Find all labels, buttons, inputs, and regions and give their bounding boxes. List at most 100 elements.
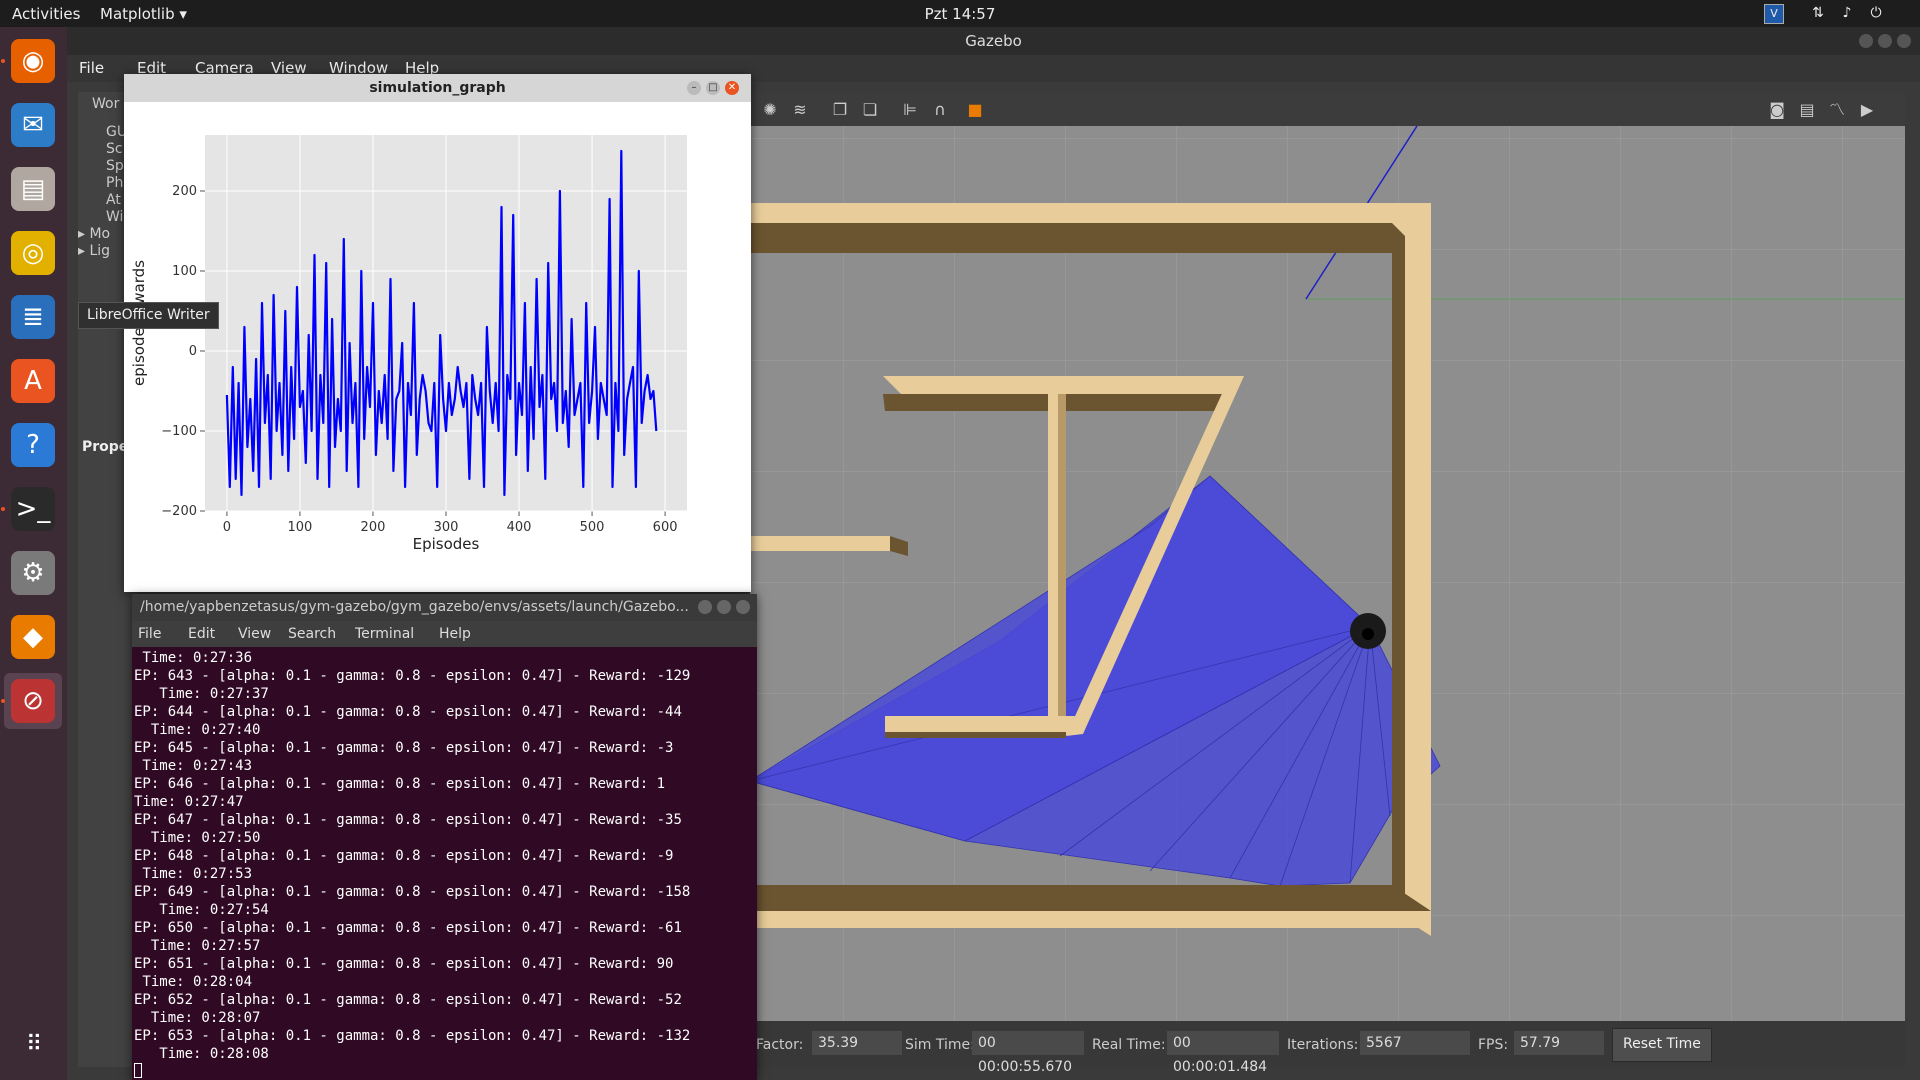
- world-tree-item[interactable]: Ph: [106, 175, 123, 191]
- terminal-window: /home/yapbenzetasus/gym-gazebo/gym_gazeb…: [132, 594, 757, 1080]
- terminal-line: EP: 647 - [alpha: 0.1 - gamma: 0.8 - eps…: [134, 812, 682, 828]
- terminal-line: Time: 0:28:04: [134, 974, 253, 990]
- fps-field: 57.79: [1514, 1031, 1604, 1055]
- terminal-line: Time: 0:27:43: [134, 758, 253, 774]
- help-icon: ?: [11, 423, 55, 467]
- running-indicator: [1, 59, 5, 63]
- world-tree-item[interactable]: Sp: [106, 158, 124, 174]
- terminal-line: EP: 645 - [alpha: 0.1 - gamma: 0.8 - eps…: [134, 740, 674, 756]
- plot-icon[interactable]: 〽: [1827, 100, 1847, 120]
- dock-item-thunderbird[interactable]: ✉: [4, 97, 62, 153]
- sim-time-label: Sim Time:: [905, 1037, 975, 1053]
- terminal-line: Time: 0:27:50: [134, 830, 261, 846]
- world-tree-item[interactable]: ▸ Lig: [78, 243, 110, 259]
- terminal-line: Time: 0:28:07: [134, 1010, 261, 1026]
- world-tree-item[interactable]: Sc: [106, 141, 123, 157]
- x-tick-label: 400: [507, 520, 532, 535]
- dock-item-gazebo-sim[interactable]: ◆: [4, 609, 62, 665]
- x-tick-label: 100: [288, 520, 313, 535]
- writer-icon: ≣: [11, 295, 55, 339]
- terminal-title-bar: /home/yapbenzetasus/gym-gazebo/gym_gazeb…: [132, 594, 757, 621]
- maximize-button[interactable]: [1878, 34, 1892, 48]
- terminal-menubar: File Edit View Search Terminal Help: [132, 621, 757, 647]
- world-tree-item[interactable]: Wi: [106, 209, 123, 225]
- copy-icon[interactable]: ❐: [830, 100, 850, 120]
- terminal-line: Time: 0:27:47: [134, 794, 244, 810]
- graph-maximize-button[interactable]: □: [706, 81, 720, 95]
- firefox-icon: ◉: [11, 39, 55, 83]
- real-time-label: Real Time:: [1092, 1037, 1166, 1053]
- running-indicator: [1, 699, 5, 703]
- dock: ◉ ✉ ▤ ◎ ≣ A? >_ ⚙ ◆ ⊘ ⠿: [0, 27, 67, 1080]
- terminal-line: EP: 650 - [alpha: 0.1 - gamma: 0.8 - eps…: [134, 920, 682, 936]
- terminal-minimize-button[interactable]: [698, 600, 712, 614]
- lines-icon[interactable]: ≋: [790, 100, 810, 120]
- x-tick-label: 200: [361, 520, 386, 535]
- dock-item-firefox[interactable]: ◉: [4, 33, 62, 89]
- rewards-chart: 0 100 200 300 400 500 600 −200 −100 0 100 200 Episod…: [130, 135, 687, 553]
- show-applications-icon[interactable]: ⠿: [16, 1027, 52, 1063]
- terminal-maximize-button[interactable]: [717, 600, 731, 614]
- minimize-button[interactable]: [1859, 34, 1873, 48]
- dock-item-terminal[interactable]: >_: [4, 481, 62, 537]
- log-icon[interactable]: ▤: [1797, 100, 1817, 120]
- world-tree-item[interactable]: ▸ Mo: [78, 226, 110, 242]
- gazebo-toolbar: ✺ ≋ ❐ ❏ ⊫ ∩ ■ ◙ ▤ 〽 ▶: [750, 92, 1905, 126]
- y-tick-label: 0: [189, 344, 197, 359]
- world-tree-item[interactable]: At: [106, 192, 121, 208]
- terminal-menu-terminal[interactable]: Terminal: [355, 626, 414, 642]
- dock-item-software[interactable]: A: [4, 353, 62, 409]
- terminal-line: Time: 0:27:40: [134, 722, 261, 738]
- reset-time-button[interactable]: Reset Time: [1612, 1028, 1712, 1062]
- properties-label: Prope: [82, 439, 129, 455]
- terminal-output[interactable]: Time: 0:27:36 EP: 643 - [alpha: 0.1 - gam…: [134, 649, 754, 1079]
- graph-close-button[interactable]: ✕: [725, 81, 739, 95]
- terminal-close-button[interactable]: [736, 600, 750, 614]
- top-bar: Activities Matplotlib ▾ Pzt 14:57 V ⇅ ♪ …: [0, 0, 1920, 27]
- view-angle-icon[interactable]: ■: [965, 100, 985, 120]
- terminal-menu-edit[interactable]: Edit: [188, 626, 215, 642]
- network-icon[interactable]: ⇅: [1809, 4, 1827, 22]
- music-icon: ◎: [11, 231, 55, 275]
- video-icon[interactable]: ▶: [1857, 100, 1877, 120]
- scene-render: [750, 126, 1905, 1021]
- gazebo-3d-scene[interactable]: [750, 126, 1905, 1021]
- y-tick-label: −200: [161, 504, 197, 519]
- mail-icon: ✉: [11, 103, 55, 147]
- graph-minimize-button[interactable]: –: [687, 81, 701, 95]
- terminal-line: Time: 0:27:57: [134, 938, 261, 954]
- terminal-menu-view[interactable]: View: [238, 626, 271, 642]
- directional-light-icon[interactable]: ✺: [760, 100, 780, 120]
- close-button[interactable]: [1897, 34, 1911, 48]
- gazebo-title-bar: Gazebo: [67, 27, 1920, 55]
- terminal-line: EP: 648 - [alpha: 0.1 - gamma: 0.8 - eps…: [134, 848, 674, 864]
- x-tick-label: 300: [434, 520, 459, 535]
- dock-item-settings[interactable]: ⚙: [4, 545, 62, 601]
- dock-item-help[interactable]: ?: [4, 417, 62, 473]
- align-icon[interactable]: ⊫: [900, 100, 920, 120]
- iterations-field: 5567: [1360, 1031, 1470, 1055]
- terminal-line: EP: 644 - [alpha: 0.1 - gamma: 0.8 - eps…: [134, 704, 682, 720]
- menu-file[interactable]: File: [79, 59, 104, 77]
- terminal-menu-file[interactable]: File: [138, 626, 161, 642]
- dock-item-libreoffice-writer[interactable]: ≣: [4, 289, 62, 345]
- vscode-icon[interactable]: V: [1764, 4, 1784, 24]
- terminal-menu-search[interactable]: Search: [288, 626, 336, 642]
- terminal-line: EP: 651 - [alpha: 0.1 - gamma: 0.8 - eps…: [134, 956, 674, 972]
- terminal-line: Time: 0:27:36: [134, 650, 253, 666]
- settings-icon: ⚙: [11, 551, 55, 595]
- gazebo-statusbar: Factor: 35.39 Sim Time: 00 00:00:55.670 …: [750, 1021, 1905, 1075]
- paste-icon[interactable]: ❏: [860, 100, 880, 120]
- volume-icon[interactable]: ♪: [1838, 4, 1856, 22]
- dock-item-rhythmbox[interactable]: ◎: [4, 225, 62, 281]
- snap-icon[interactable]: ∩: [930, 100, 950, 120]
- terminal-line: EP: 643 - [alpha: 0.1 - gamma: 0.8 - eps…: [134, 668, 691, 684]
- clock[interactable]: Pzt 14:57: [0, 5, 1920, 23]
- dock-item-gazebo[interactable]: ⊘: [4, 673, 62, 729]
- terminal-menu-help[interactable]: Help: [439, 626, 471, 642]
- gazebo-icon: ⊘: [11, 679, 55, 723]
- screenshot-icon[interactable]: ◙: [1767, 100, 1787, 120]
- world-tab[interactable]: Wor: [92, 96, 119, 112]
- dock-item-files[interactable]: ▤: [4, 161, 62, 217]
- power-icon[interactable]: ⏻: [1867, 4, 1885, 22]
